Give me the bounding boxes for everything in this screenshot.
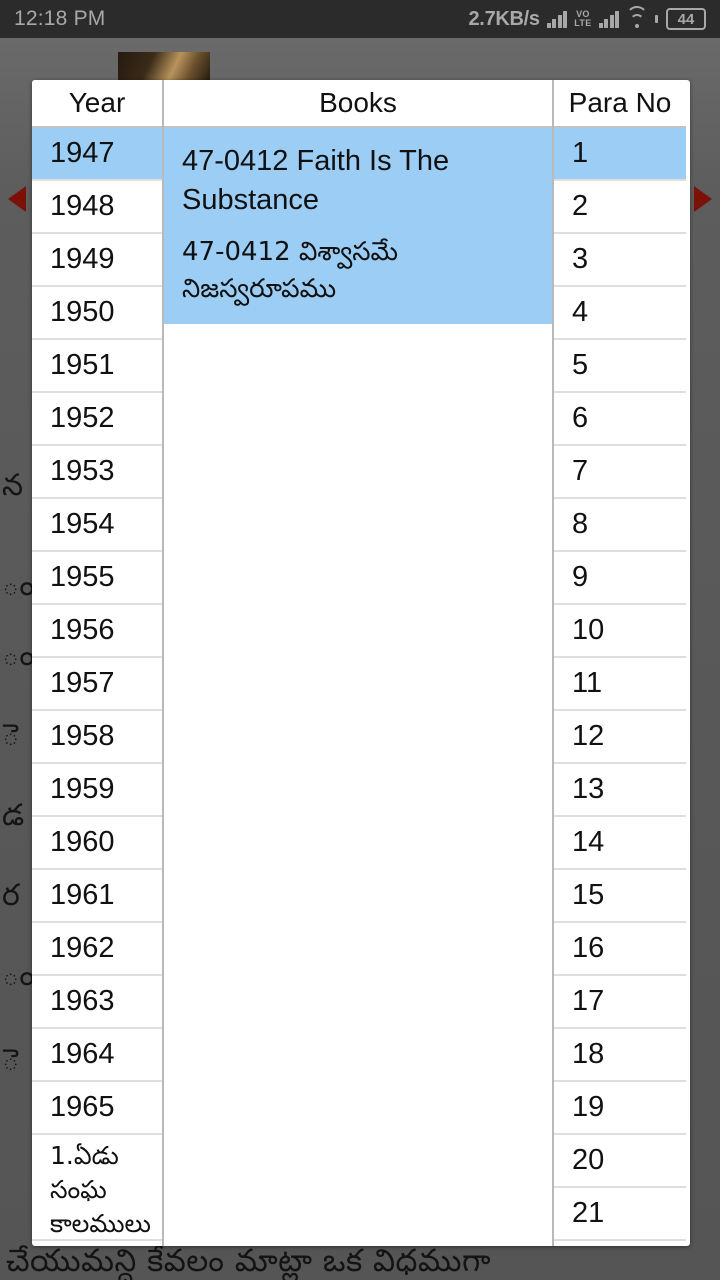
year-column-header: Year <box>32 80 162 128</box>
para-list-item[interactable]: 8 <box>554 499 686 552</box>
volte-icon: VO LTE <box>574 10 591 28</box>
para-list-item[interactable]: 20 <box>554 1135 686 1188</box>
network-speed-label: 2.7KB/s <box>468 7 540 30</box>
para-column-header: Para No <box>554 80 686 128</box>
year-list-item[interactable]: 1965 <box>32 1082 162 1135</box>
year-column[interactable]: Year 1947 1948 1949 1950 1951 1952 1953 1954 195… <box>32 80 164 1246</box>
para-column[interactable]: Para No 1 2 3 4 5 6 7 8 9 10 11 12 13 14 15 16 17 18 19 20 2… <box>554 80 686 1246</box>
year-list-item[interactable]: 1960 <box>32 817 162 870</box>
para-list-item[interactable]: 3 <box>554 234 686 287</box>
signal-bars-icon-2 <box>598 10 619 28</box>
para-list-item[interactable]: 18 <box>554 1029 686 1082</box>
background-banner-image <box>118 52 210 82</box>
background-text-fragment: ం <box>2 638 35 673</box>
background-text-fragment: ె <box>2 1043 20 1078</box>
next-arrow-icon[interactable] <box>694 186 712 212</box>
previous-arrow-icon[interactable] <box>8 186 26 212</box>
status-icons: 2.7KB/s VO LTE 44 <box>468 5 706 31</box>
para-list-item[interactable]: 9 <box>554 552 686 605</box>
year-list-item[interactable]: 1963 <box>32 976 162 1029</box>
para-list-item[interactable]: 6 <box>554 393 686 446</box>
year-list[interactable]: 1947 1948 1949 1950 1951 1952 1953 1954 1955 1956… <box>32 128 162 1244</box>
books-column[interactable]: Books 47-0412 Faith Is The Substance 47-… <box>164 80 554 1246</box>
background-text-fragment: ర <box>2 878 20 913</box>
background-text-fragment: డ <box>2 798 25 833</box>
phone-screen: 12:18 PM 2.7KB/s VO LTE 44 న ం ం ె డ ర ం… <box>0 0 720 1280</box>
para-list-item[interactable]: 19 <box>554 1082 686 1135</box>
year-list-item[interactable]: 1962 <box>32 923 162 976</box>
para-list-item[interactable]: 5 <box>554 340 686 393</box>
para-list[interactable]: 1 2 3 4 5 6 7 8 9 10 11 12 13 14 15 16 17 18 19 20 21 <box>554 128 686 1244</box>
year-list-item[interactable]: 1954 <box>32 499 162 552</box>
year-list-item[interactable]: 1961 <box>32 870 162 923</box>
para-list-item[interactable]: 1 <box>554 128 686 181</box>
para-list-item[interactable]: 7 <box>554 446 686 499</box>
para-list-item[interactable]: 10 <box>554 605 686 658</box>
year-list-item[interactable]: 1950 <box>32 287 162 340</box>
battery-charge-icon <box>655 15 658 23</box>
para-list-item[interactable]: 15 <box>554 870 686 923</box>
para-list-item[interactable]: 2 <box>554 181 686 234</box>
year-list-item[interactable]: 1951 <box>32 340 162 393</box>
book-title-english: 47-0412 Faith Is The Substance <box>182 145 450 216</box>
year-list-item[interactable]: 1947 <box>32 128 162 181</box>
status-clock: 12:18 PM <box>14 7 106 30</box>
books-list-item-selected[interactable]: 47-0412 Faith Is The Substance 47-0412 వ… <box>164 128 552 324</box>
para-list-item[interactable]: 12 <box>554 711 686 764</box>
wifi-icon <box>626 5 648 28</box>
background-text-fragment: ం <box>2 568 35 603</box>
year-list-item[interactable]: 1953 <box>32 446 162 499</box>
para-list-item[interactable]: 16 <box>554 923 686 976</box>
background-text-fragment: న <box>2 468 24 503</box>
para-list-item[interactable]: 21 <box>554 1188 686 1241</box>
year-list-item[interactable]: 1957 <box>32 658 162 711</box>
volte-bottom-label: LTE <box>574 18 592 28</box>
year-list-item[interactable]: 1952 <box>32 393 162 446</box>
para-list-item[interactable]: 14 <box>554 817 686 870</box>
year-list-item[interactable]: 1948 <box>32 181 162 234</box>
book-title-telugu: 47-0412 విశ్వాసమే నిజస్వరూపము <box>182 237 398 304</box>
background-text-fragment: ం <box>2 958 35 993</box>
year-list-item[interactable]: 1955 <box>32 552 162 605</box>
para-list-item[interactable]: 11 <box>554 658 686 711</box>
year-list-item[interactable]: 1959 <box>32 764 162 817</box>
status-bar: 12:18 PM 2.7KB/s VO LTE 44 <box>0 0 720 38</box>
battery-icon: 44 <box>666 8 706 30</box>
signal-bars-icon <box>546 10 568 28</box>
year-list-item-extra[interactable]: 1.ఏడు సంఘ కాలములు <box>32 1135 162 1241</box>
background-verse-line: చేయుమన్ది కేవలం మాట్లా ఒక విధముగా <box>6 1243 492 1279</box>
books-list[interactable]: 47-0412 Faith Is The Substance 47-0412 వ… <box>164 128 552 1244</box>
year-list-item[interactable]: 1958 <box>32 711 162 764</box>
para-list-item[interactable]: 17 <box>554 976 686 1029</box>
book-selector-dialog[interactable]: Year 1947 1948 1949 1950 1951 1952 1953 1954 195… <box>32 80 690 1246</box>
year-list-item[interactable]: 1956 <box>32 605 162 658</box>
para-list-item[interactable]: 13 <box>554 764 686 817</box>
year-list-item[interactable]: 1964 <box>32 1029 162 1082</box>
books-column-header: Books <box>164 80 552 128</box>
para-list-item[interactable]: 4 <box>554 287 686 340</box>
year-list-item[interactable]: 1949 <box>32 234 162 287</box>
background-text-fragment: ె <box>2 718 20 753</box>
